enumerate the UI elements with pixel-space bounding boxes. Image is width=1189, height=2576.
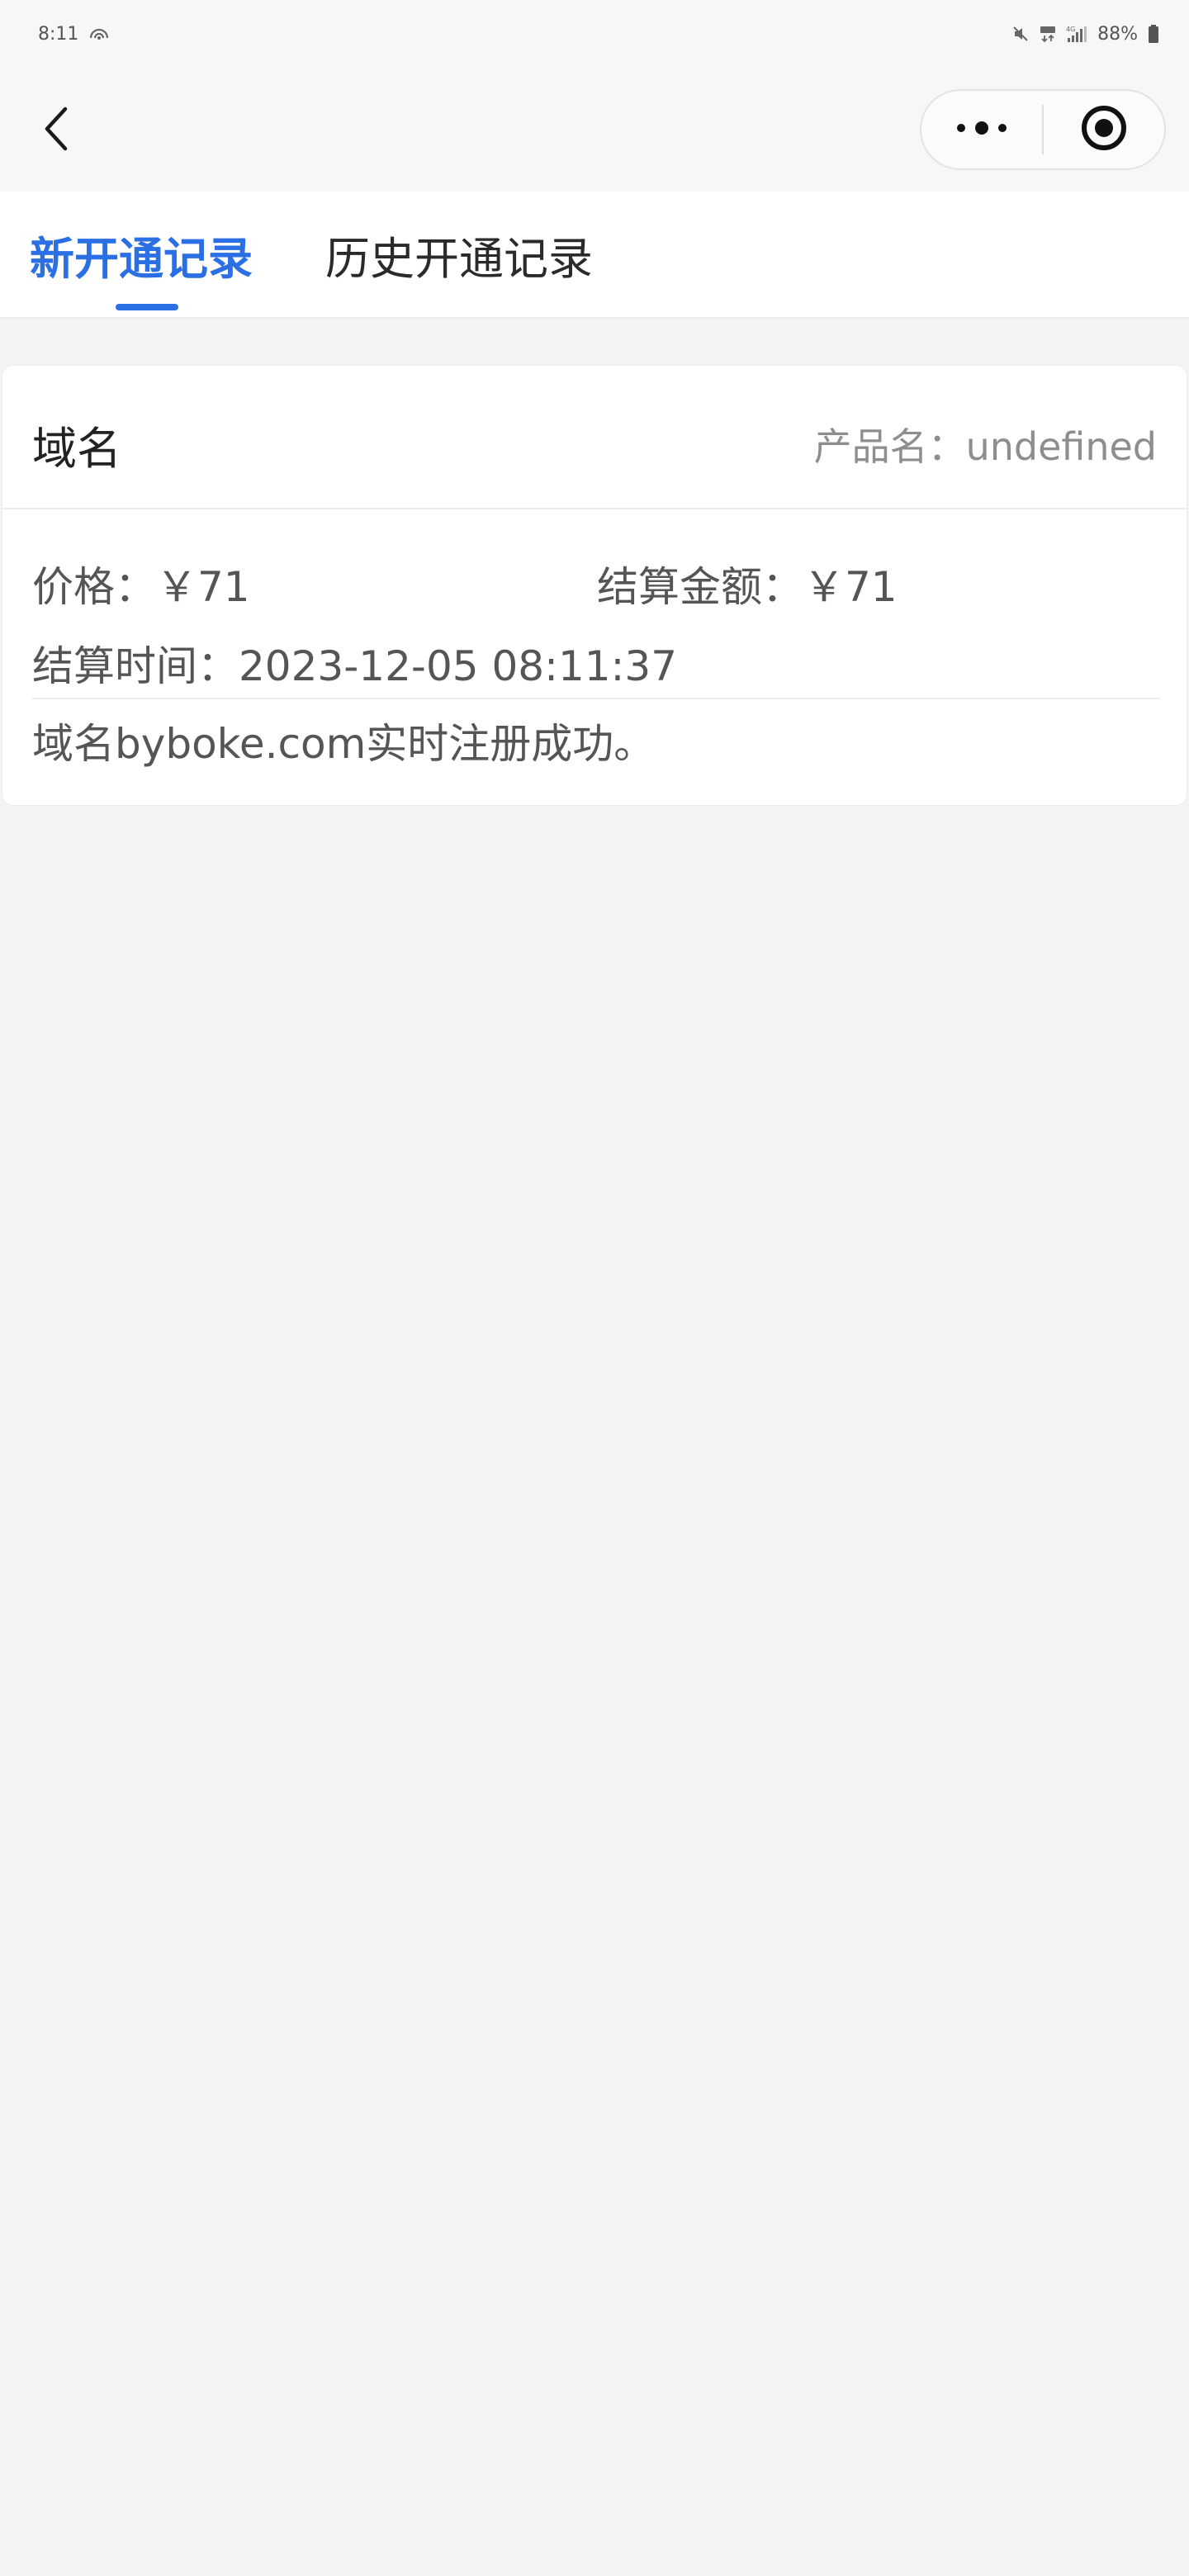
svg-text:4G: 4G <box>1066 26 1075 33</box>
record-card[interactable]: 域名 产品名：undefined 价格：￥71 结算金额：￥71 结算时间：20… <box>2 365 1187 806</box>
more-dots-icon <box>955 120 1009 140</box>
back-button[interactable] <box>30 101 83 160</box>
close-button[interactable] <box>1044 91 1164 168</box>
card-divider <box>32 698 1160 699</box>
status-message: 域名byboke.com实时注册成功。 <box>32 720 656 768</box>
settle-time-text: 结算时间：2023-12-05 08:11:37 <box>32 642 678 690</box>
active-tab-indicator <box>116 304 178 310</box>
record-tabs: 新开通记录 历史开通记录 <box>0 192 1189 319</box>
price-text: 价格：￥71 <box>32 563 250 611</box>
mute-icon <box>1011 25 1030 43</box>
status-time: 8:11 <box>38 23 79 45</box>
hotspot-icon <box>88 26 110 41</box>
card-header: 域名 产品名：undefined <box>2 366 1187 509</box>
settle-amount-text: 结算金额：￥71 <box>597 563 898 611</box>
status-bar: 8:11 4G 88% <box>0 0 1189 68</box>
status-bar-right: 4G 88% <box>1011 24 1159 45</box>
status-bar-left: 8:11 <box>38 24 110 45</box>
more-button[interactable] <box>921 91 1042 168</box>
target-circle-icon <box>1080 104 1128 155</box>
signal-icon: 4G <box>1066 25 1087 43</box>
battery-percent: 88% <box>1097 23 1138 45</box>
tab-new-records[interactable]: 新开通记录 <box>30 192 253 317</box>
network-type-icon <box>1040 25 1056 43</box>
nav-bar <box>0 68 1189 192</box>
card-title: 域名 <box>32 423 121 475</box>
chevron-left-icon <box>42 106 70 155</box>
tab-history-records[interactable]: 历史开通记录 <box>325 192 593 317</box>
product-name: 产品名：undefined <box>813 424 1157 469</box>
battery-icon <box>1148 25 1159 43</box>
mini-program-capsule <box>920 89 1166 170</box>
